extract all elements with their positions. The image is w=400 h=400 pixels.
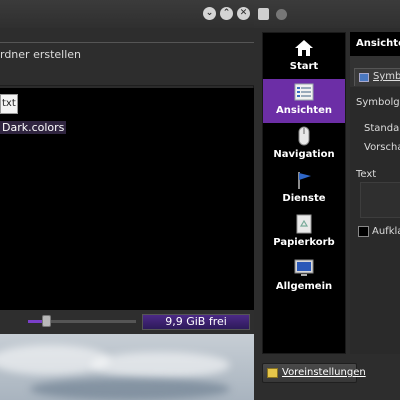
free-space-indicator: 9,9 GiB frei	[142, 314, 250, 330]
text-settings-box	[360, 182, 400, 218]
file-view[interactable]: txt Dark.colors	[0, 88, 254, 310]
minimize-button[interactable]: ⌄	[203, 7, 216, 20]
text-file-icon[interactable]: txt	[0, 94, 18, 114]
maximize-button[interactable]: ⌃	[220, 7, 233, 20]
close-button[interactable]: ✕	[237, 7, 250, 20]
file-manager-window: ⌄ ⌃ ✕ rdner erstellen txt Dark.colors 9,…	[0, 0, 254, 334]
sidebar-item-label: Ansichten	[276, 105, 332, 116]
sidebar-item-label: Dienste	[282, 193, 326, 204]
mouse-icon	[298, 126, 310, 146]
preview-size-label: Vorschau	[364, 142, 400, 153]
sidebar-item-navigation[interactable]: Navigation	[263, 123, 345, 167]
toolbar-divider	[0, 42, 254, 43]
create-folder-action[interactable]: rdner erstellen	[0, 48, 81, 61]
panel-body: Symbolgrö Standarc Vorschau Text Aufklap	[350, 87, 400, 354]
grid-icon	[359, 73, 369, 82]
defaults-button[interactable]: Voreinstellungen	[262, 363, 366, 383]
flag-icon	[298, 172, 311, 189]
settings-sidebar: Start Ansichten Navigation Dienste Papie…	[262, 32, 346, 354]
monitor-icon	[294, 259, 314, 276]
tab-label: Symbo	[373, 71, 400, 82]
sidebar-item-label: Start	[289, 61, 319, 72]
tab-symbole[interactable]: Symbo	[354, 68, 400, 86]
app-icon	[258, 8, 269, 20]
sidebar-item-start[interactable]: Start	[263, 35, 345, 79]
status-bar: 9,9 GiB frei	[0, 310, 254, 334]
dialog-titlebar[interactable]	[254, 0, 400, 28]
file-manager-titlebar[interactable]: ⌄ ⌃ ✕	[0, 0, 254, 28]
sidebar-item-label: Papierkorb	[273, 237, 335, 248]
panel-title: Ansichten	[350, 32, 400, 56]
trash-icon	[296, 214, 312, 234]
window-menu-button[interactable]	[276, 9, 287, 20]
desktop-cloud	[30, 378, 230, 400]
sidebar-item-label: Allgemein	[275, 281, 333, 292]
defaults-icon	[267, 368, 278, 378]
zoom-slider-fill	[28, 320, 42, 323]
sidebar-item-allgemein[interactable]: Allgemein	[263, 255, 345, 299]
standard-size-label: Standarc	[364, 123, 400, 134]
file-name[interactable]: Dark.colors	[0, 121, 67, 134]
sidebar-item-dienste[interactable]: Dienste	[263, 167, 345, 211]
zoom-slider-handle[interactable]	[42, 315, 51, 327]
home-icon	[295, 40, 313, 56]
sidebar-item-papierkorb[interactable]: Papierkorb	[263, 211, 345, 255]
views-icon	[294, 83, 314, 101]
expand-label: Aufklap	[372, 226, 400, 237]
desktop-cloud	[90, 352, 230, 378]
expand-checkbox[interactable]	[358, 226, 369, 237]
symbol-size-label: Symbolgrö	[356, 97, 400, 108]
sidebar-item-label: Navigation	[273, 149, 335, 160]
sidebar-item-ansichten[interactable]: Ansichten	[263, 79, 345, 123]
defaults-button-label: Voreinstellungen	[282, 367, 366, 378]
settings-dialog: Start Ansichten Navigation Dienste Papie…	[254, 0, 400, 400]
settings-panel: Ansichten Symbo Symbolgrö Standarc Vorsc…	[350, 32, 400, 354]
file-manager-toolbar: rdner erstellen	[0, 28, 254, 86]
text-section-label: Text	[356, 169, 377, 180]
